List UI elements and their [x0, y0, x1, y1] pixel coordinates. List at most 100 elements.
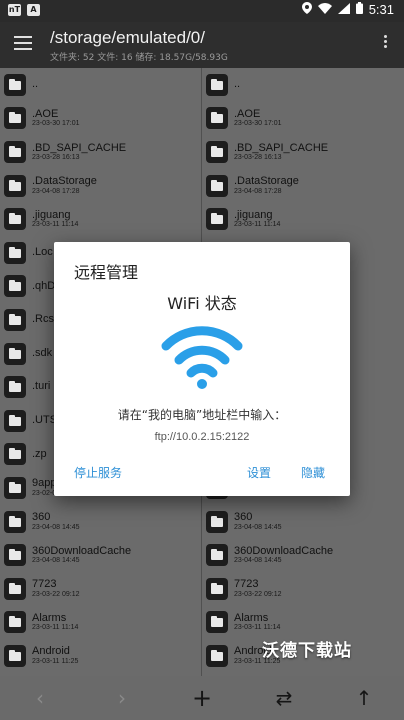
- file-name: .Rcs: [32, 313, 54, 326]
- file-date: 23-04-08 14:45: [234, 557, 282, 565]
- file-row-text: .jiguang 23-03-11 11:14: [32, 208, 79, 229]
- file-row[interactable]: Alarms 23-03-11 11:14: [0, 606, 201, 640]
- folder-icon: [4, 241, 26, 264]
- file-row-text: .AOE 23-03-30 17:01: [234, 108, 282, 128]
- settings-button[interactable]: 设置: [247, 464, 271, 481]
- file-row-text: 360 23-04-08 14:45: [234, 512, 281, 531]
- notification-a-icon: A: [27, 4, 40, 16]
- storage-summary: 文件夹: 52 文件: 16 储存: 18.57G/58.93G: [50, 53, 228, 63]
- battery-icon: [355, 2, 363, 17]
- file-row-text: 360 23-04-08 14:45: [32, 512, 79, 531]
- file-row[interactable]: .AOE 23-03-30 17:01: [202, 102, 404, 136]
- dialog-title: 远程管理: [74, 263, 139, 282]
- watermark: 沃德下载站: [262, 641, 352, 661]
- file-row[interactable]: ..: [0, 68, 201, 102]
- file-row-text: 360DownloadCache 23-04-08 14:45: [234, 545, 333, 565]
- folder-icon: [4, 510, 26, 533]
- file-row[interactable]: 360DownloadCache 23-04-08 14:45: [202, 538, 404, 572]
- file-row-text: .BD_SAPI_CACHE 23-03-28 16:13: [32, 141, 127, 162]
- file-row-text: .DataStorage 23-04-08 17:28: [32, 176, 97, 195]
- file-name: .AOE: [32, 107, 59, 120]
- file-name: .BD_SAPI_CACHE: [234, 141, 329, 154]
- forward-arrow-icon[interactable]: ›: [108, 684, 136, 712]
- file-name: .sdk: [32, 346, 53, 359]
- file-row-text: .BD_SAPI_CACHE 23-03-28 16:13: [234, 141, 329, 162]
- folder-icon: [206, 140, 228, 163]
- file-row-text: .qhD: [32, 280, 55, 293]
- folder-icon: [206, 107, 228, 130]
- folder-icon: [4, 208, 26, 231]
- swap-panes-icon[interactable]: ⇄: [270, 684, 298, 712]
- notification-icon: nT: [8, 4, 21, 16]
- file-row[interactable]: 360DownloadCache 23-04-08 14:45: [0, 538, 201, 572]
- file-date: 23-03-11 11:14: [234, 221, 281, 229]
- file-date: 23-03-28 16:13: [234, 154, 282, 162]
- file-date: 23-03-11 11:25: [32, 657, 79, 665]
- menu-icon[interactable]: [14, 32, 34, 54]
- file-name: .BD_SAPI_CACHE: [32, 141, 127, 154]
- file-name: .jiguang: [32, 208, 71, 221]
- file-row[interactable]: Android 23-03-11 11:25: [0, 639, 201, 673]
- file-name: .jiguang: [234, 208, 273, 221]
- file-row-text: .AOE 23-03-30 17:01: [32, 107, 80, 128]
- file-date: 23-03-11 11:14: [32, 221, 79, 229]
- folder-icon: [206, 510, 228, 533]
- file-row[interactable]: 7723 23-03-22 09:12: [202, 572, 404, 606]
- file-row[interactable]: .DataStorage 23-04-08 17:28: [0, 169, 201, 203]
- back-arrow-icon[interactable]: ‹: [26, 684, 54, 712]
- file-row[interactable]: .jiguang 23-03-11 11:14: [0, 202, 201, 236]
- file-row-text: 360DownloadCache 23-04-08 14:45: [32, 545, 131, 565]
- folder-icon: [4, 308, 26, 331]
- file-date: 23-04-08 17:28: [32, 187, 80, 195]
- file-row[interactable]: ..: [202, 68, 404, 102]
- folder-icon: [4, 544, 26, 567]
- file-row-text: 7723 23-03-22 09:12: [234, 579, 281, 598]
- file-row[interactable]: .DataStorage 23-04-08 17:28: [202, 169, 404, 203]
- wifi-signal-icon: [317, 2, 332, 17]
- overflow-menu-icon[interactable]: [382, 33, 388, 55]
- folder-icon: [4, 107, 26, 130]
- folder-icon: [4, 611, 26, 634]
- file-name: .DataStorage: [234, 175, 299, 188]
- folder-icon: [206, 577, 228, 600]
- file-row[interactable]: 360 23-04-08 14:45: [202, 505, 404, 539]
- file-date: 23-04-08 14:45: [234, 523, 282, 531]
- file-date: 23-03-22 09:12: [234, 590, 282, 598]
- file-name: ..: [32, 78, 39, 91]
- file-row[interactable]: .jiguang 23-03-11 11:14: [202, 202, 404, 236]
- file-name: 7723: [32, 578, 57, 591]
- hide-button[interactable]: 隐藏: [301, 464, 325, 481]
- remote-management-dialog: 远程管理 WiFi 状态 请在“我的电脑”地址栏中输入： ftp://10.0.…: [54, 242, 350, 496]
- current-path: /storage/emulated/0/: [50, 28, 205, 47]
- file-date: 23-04-08 14:45: [32, 557, 80, 565]
- file-row-text: Alarms 23-03-11 11:14: [234, 612, 281, 632]
- file-row[interactable]: 7723 23-03-22 09:12: [0, 572, 201, 606]
- wifi-icon: [160, 324, 244, 390]
- file-name: .Loc: [32, 245, 53, 258]
- folder-icon: [4, 577, 26, 600]
- file-row-text: ..: [234, 78, 240, 91]
- file-date: 23-03-28 16:13: [32, 154, 80, 162]
- file-row[interactable]: .BD_SAPI_CACHE 23-03-28 16:13: [0, 135, 201, 169]
- file-date: 23-03-11 11:14: [234, 624, 281, 632]
- file-date: 23-03-30 17:01: [234, 120, 282, 128]
- up-directory-icon[interactable]: ↑: [350, 684, 378, 712]
- file-row[interactable]: .AOE 23-03-30 17:01: [0, 102, 201, 136]
- file-row[interactable]: Alarms 23-03-11 11:14: [202, 606, 404, 640]
- file-name: Android: [32, 645, 70, 658]
- folder-icon: [4, 174, 26, 197]
- file-row-text: 7723 23-03-22 09:12: [32, 579, 79, 598]
- add-icon[interactable]: +: [188, 684, 216, 712]
- folder-icon: [206, 544, 228, 567]
- file-date: 23-03-30 17:01: [32, 120, 80, 128]
- folder-icon: [4, 443, 26, 466]
- file-row[interactable]: 360 23-04-08 14:45: [0, 505, 201, 539]
- file-name: 7723: [234, 578, 259, 591]
- file-row[interactable]: .BD_SAPI_CACHE 23-03-28 16:13: [202, 135, 404, 169]
- folder-icon: [4, 409, 26, 432]
- stop-service-button[interactable]: 停止服务: [74, 464, 122, 481]
- file-name: .DataStorage: [32, 175, 97, 188]
- file-name: .zp: [32, 447, 47, 460]
- app-toolbar: /storage/emulated/0/ 文件夹: 52 文件: 16 储存: …: [0, 22, 404, 68]
- file-name: 360: [32, 511, 51, 524]
